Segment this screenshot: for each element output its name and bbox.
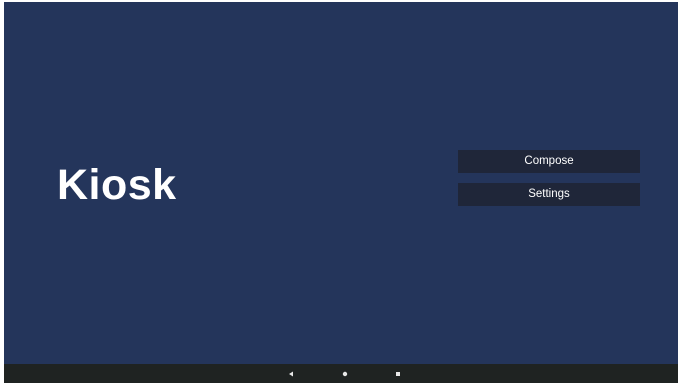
navigation-bar (4, 364, 678, 383)
nav-recents-button[interactable] (387, 364, 409, 383)
back-icon (289, 371, 293, 377)
compose-button[interactable]: Compose (458, 150, 640, 173)
kiosk-screen: Kiosk Compose Settings (4, 2, 678, 383)
app-title: Kiosk (57, 161, 177, 209)
recents-icon (396, 372, 400, 376)
settings-button[interactable]: Settings (458, 183, 640, 206)
nav-back-button[interactable] (280, 364, 302, 383)
nav-home-button[interactable] (334, 364, 356, 383)
home-icon (342, 371, 348, 377)
